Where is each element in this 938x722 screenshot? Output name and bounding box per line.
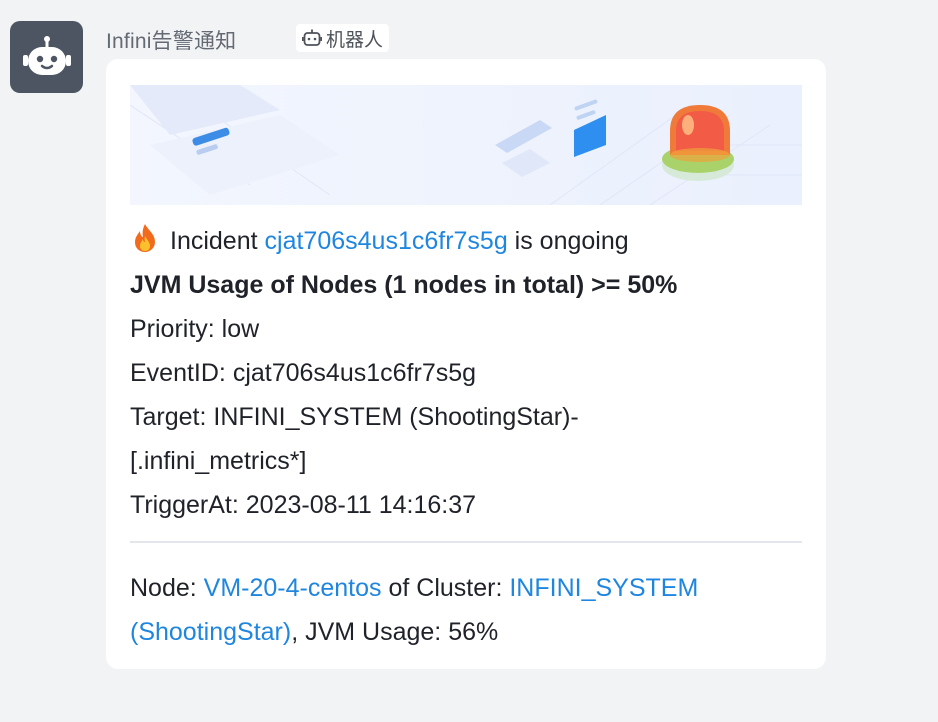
robot-small-icon [302,29,322,46]
bot-tag-label: 机器人 [326,29,384,51]
cluster-link[interactable]: INFINI_SYSTEM [509,574,698,602]
node-line1: Node: VM-20-4-centos of Cluster: INFINI_… [130,566,802,610]
sender-name[interactable]: Infini告警通知 [106,25,236,55]
incident-line: Incident cjat706s4us1c6fr7s5g is ongoing [130,219,802,263]
bot-tag: 机器人 [296,24,390,52]
event-id-text: EventID: cjat706s4us1c6fr7s5g [130,359,477,387]
alert-body: Incident cjat706s4us1c6fr7s5g is ongoing… [130,219,802,527]
target-text-line2: [.infini_metrics*] [130,447,307,475]
alert-title: JVM Usage of Nodes (1 nodes in total) >=… [130,271,678,299]
node-detail: Node: VM-20-4-centos of Cluster: INFINI_… [130,566,802,654]
robot-icon [22,36,71,75]
fire-emoji-icon [135,224,155,252]
cluster-link-cont[interactable]: (ShootingStar) [130,618,291,646]
node-middle: of Cluster: [381,574,510,602]
message-card: Incident cjat706s4us1c6fr7s5g is ongoing… [106,59,826,669]
sender-avatar[interactable] [10,21,83,93]
trigger-at-text: TriggerAt: 2023-08-11 14:16:37 [130,491,477,519]
card-banner [130,85,802,205]
alert-siren-illustration [130,85,802,205]
divider [130,541,802,543]
node-prefix: Node: [130,574,204,602]
incident-suffix: is ongoing [507,227,629,255]
incident-prefix: Incident [170,227,265,255]
target-text-line1: Target: INFINI_SYSTEM (ShootingStar)- [130,403,579,431]
node-suffix: , JVM Usage: 56% [291,618,499,646]
node-line2: (ShootingStar), JVM Usage: 56% [130,610,802,654]
node-link[interactable]: VM-20-4-centos [204,574,382,602]
priority-text: Priority: low [130,315,260,343]
incident-id-link[interactable]: cjat706s4us1c6fr7s5g [265,227,508,255]
